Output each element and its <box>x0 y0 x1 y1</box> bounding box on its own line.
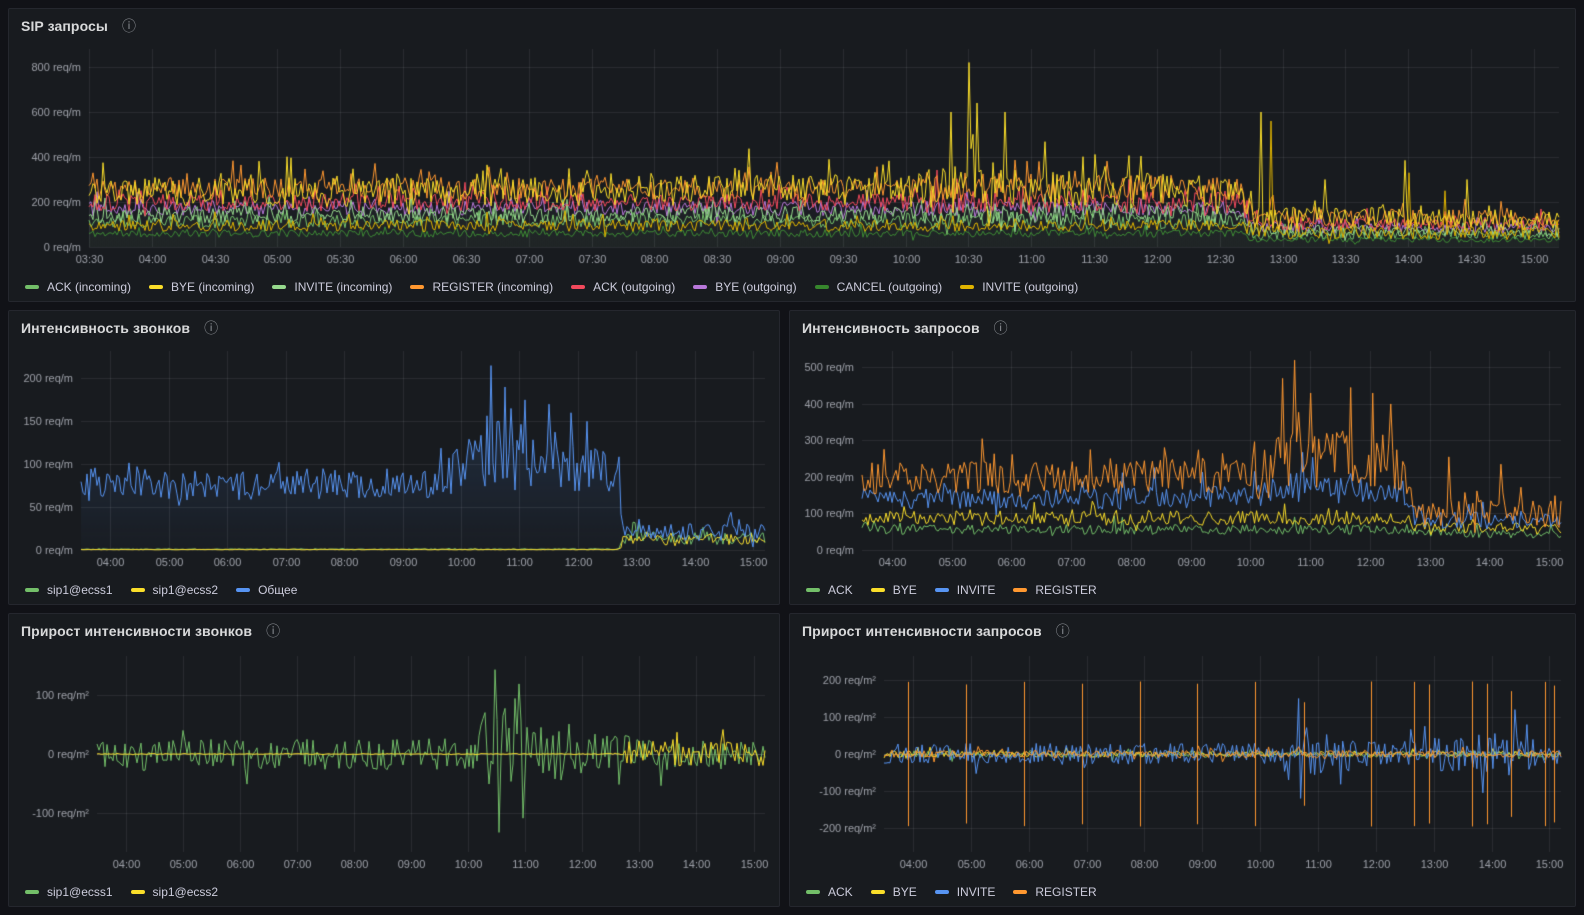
panel-header[interactable]: Прирост интенсивности звонков ⓘ <box>9 614 779 644</box>
legend-label: REGISTER <box>1035 583 1096 597</box>
series-color-marker <box>149 285 163 289</box>
legend-label: BYE <box>893 583 917 597</box>
panel-title[interactable]: Прирост интенсивности звонков <box>21 623 252 639</box>
series-color-marker <box>236 588 250 592</box>
grafana-dashboard: SIP запросы ⓘ ACK (incoming) BYE (incomin… <box>0 0 1584 915</box>
legend-label: INVITE <box>957 885 996 899</box>
legend-label: INVITE <box>957 583 996 597</box>
legend-label: ACK <box>828 885 853 899</box>
legend-label: CANCEL (outgoing) <box>837 280 943 294</box>
legend-item[interactable]: sip1@ecss1 <box>25 583 113 597</box>
panel-request-intensity: Интенсивность запросов ⓘ ACK BYE INVITE REG… <box>789 310 1576 605</box>
legend-item[interactable]: INVITE (outgoing) <box>960 280 1078 294</box>
call-intensity-chart[interactable] <box>9 341 779 576</box>
call-intensity-legend: sip1@ecss1 sip1@ecss2 Общее <box>9 576 779 610</box>
sip-requests-chart[interactable] <box>9 39 1575 273</box>
panel-header[interactable]: Интенсивность звонков ⓘ <box>9 311 779 341</box>
info-icon[interactable]: ⓘ <box>994 321 1008 335</box>
legend-label: BYE (outgoing) <box>715 280 796 294</box>
legend-item[interactable]: Общее <box>236 583 297 597</box>
panel-header[interactable]: Интенсивность запросов ⓘ <box>790 311 1575 341</box>
series-color-marker <box>131 890 145 894</box>
legend-label: ACK (incoming) <box>47 280 131 294</box>
sip-requests-legend: ACK (incoming) BYE (incoming) INVITE (inco… <box>9 273 1575 307</box>
legend-item[interactable]: REGISTER <box>1013 583 1096 597</box>
series-color-marker <box>806 588 820 592</box>
legend-label: INVITE (incoming) <box>294 280 392 294</box>
request-intensity-legend: ACK BYE INVITE REGISTER <box>790 576 1575 610</box>
legend-label: sip1@ecss2 <box>153 583 219 597</box>
legend-label: ACK (outgoing) <box>593 280 675 294</box>
panel-title[interactable]: Интенсивность звонков <box>21 320 190 336</box>
info-icon[interactable]: ⓘ <box>204 321 218 335</box>
series-color-marker <box>1013 890 1027 894</box>
panel-title[interactable]: Прирост интенсивности запросов <box>802 623 1042 639</box>
legend-item[interactable]: REGISTER (incoming) <box>410 280 553 294</box>
legend-item[interactable]: BYE (outgoing) <box>693 280 796 294</box>
legend-item[interactable]: sip1@ecss2 <box>131 583 219 597</box>
panel-header[interactable]: SIP запросы ⓘ <box>9 9 1575 39</box>
request-intensity-growth-chart[interactable] <box>790 644 1575 878</box>
legend-item[interactable]: BYE <box>871 583 917 597</box>
legend-label: INVITE (outgoing) <box>982 280 1078 294</box>
series-color-marker <box>693 285 707 289</box>
panel-sip-requests: SIP запросы ⓘ ACK (incoming) BYE (incomin… <box>8 8 1576 302</box>
panel-title[interactable]: SIP запросы <box>21 18 108 34</box>
series-color-marker <box>25 285 39 289</box>
panel-call-intensity: Интенсивность звонков ⓘ sip1@ecss1 sip1@e… <box>8 310 780 605</box>
legend-item[interactable]: ACK (outgoing) <box>571 280 675 294</box>
series-color-marker <box>272 285 286 289</box>
legend-label: REGISTER <box>1035 885 1096 899</box>
legend-item[interactable]: INVITE <box>935 583 996 597</box>
info-icon[interactable]: ⓘ <box>266 624 280 638</box>
series-color-marker <box>1013 588 1027 592</box>
legend-item[interactable]: CANCEL (outgoing) <box>815 280 943 294</box>
series-color-marker <box>815 285 829 289</box>
legend-item[interactable]: BYE (incoming) <box>149 280 254 294</box>
legend-item[interactable]: INVITE <box>935 885 996 899</box>
series-color-marker <box>935 890 949 894</box>
series-color-marker <box>935 588 949 592</box>
legend-item[interactable]: BYE <box>871 885 917 899</box>
legend-label: ACK <box>828 583 853 597</box>
legend-label: BYE <box>893 885 917 899</box>
series-color-marker <box>806 890 820 894</box>
legend-item[interactable]: ACK (incoming) <box>25 280 131 294</box>
call-intensity-growth-legend: sip1@ecss1 sip1@ecss2 <box>9 878 779 912</box>
legend-item[interactable]: ACK <box>806 583 853 597</box>
legend-item[interactable]: sip1@ecss2 <box>131 885 219 899</box>
panel-request-intensity-growth: Прирост интенсивности запросов ⓘ ACK BYE I… <box>789 613 1576 907</box>
series-color-marker <box>25 588 39 592</box>
series-color-marker <box>410 285 424 289</box>
series-color-marker <box>871 588 885 592</box>
legend-item[interactable]: sip1@ecss1 <box>25 885 113 899</box>
legend-item[interactable]: ACK <box>806 885 853 899</box>
legend-label: sip1@ecss1 <box>47 583 113 597</box>
series-color-marker <box>871 890 885 894</box>
info-icon[interactable]: ⓘ <box>1056 624 1070 638</box>
request-intensity-growth-legend: ACK BYE INVITE REGISTER <box>790 878 1575 912</box>
panel-title[interactable]: Интенсивность запросов <box>802 320 980 336</box>
legend-label: REGISTER (incoming) <box>432 280 553 294</box>
legend-label: BYE (incoming) <box>171 280 254 294</box>
legend-label: Общее <box>258 583 297 597</box>
series-color-marker <box>25 890 39 894</box>
series-color-marker <box>131 588 145 592</box>
series-color-marker <box>960 285 974 289</box>
request-intensity-chart[interactable] <box>790 341 1575 576</box>
series-color-marker <box>571 285 585 289</box>
info-icon[interactable]: ⓘ <box>122 19 136 33</box>
legend-item[interactable]: REGISTER <box>1013 885 1096 899</box>
panel-header[interactable]: Прирост интенсивности запросов ⓘ <box>790 614 1575 644</box>
call-intensity-growth-chart[interactable] <box>9 644 779 878</box>
panel-call-intensity-growth: Прирост интенсивности звонков ⓘ sip1@ecs… <box>8 613 780 907</box>
legend-label: sip1@ecss1 <box>47 885 113 899</box>
legend-item[interactable]: INVITE (incoming) <box>272 280 392 294</box>
legend-label: sip1@ecss2 <box>153 885 219 899</box>
